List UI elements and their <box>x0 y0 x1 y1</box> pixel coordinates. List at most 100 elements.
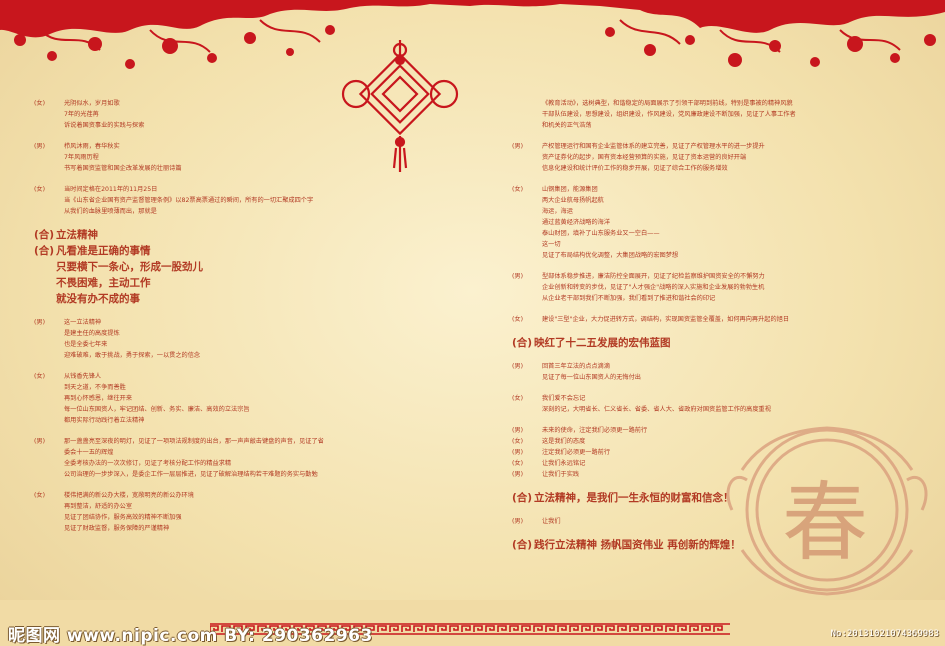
line-text: 从我们的血脉里喷薄而出，那就是 <box>64 208 157 215</box>
speaker-label <box>512 109 542 120</box>
speaker-label <box>34 206 64 217</box>
line-text: 信息化建设和统计评价工作的稳步开展，见证了综合工作的服务增效 <box>542 165 728 172</box>
script-line: 都用实际行动践行着立法精神 <box>34 415 444 426</box>
script-stanza: (女) 当时间定格在2011年的11月25日 当《山东省企业国有资产监督管理条例》以… <box>34 184 444 217</box>
speaker-label: (合) <box>34 245 55 257</box>
speaker-label <box>512 195 542 206</box>
speaker-label: (女) <box>34 373 46 380</box>
image-number: No:20131021074369983 <box>830 629 939 639</box>
speaker-label: (合) <box>512 539 533 551</box>
script-line: 两大企业航母扬帆起航 <box>512 195 902 206</box>
speaker-label <box>34 109 64 120</box>
script-line: (女) 光阴似水，岁月如歌 <box>34 98 444 109</box>
line-text: 回首三年立法的点点滴滴 <box>542 363 611 370</box>
line-text: 山钢集团，能源集团 <box>542 186 598 193</box>
line-text: 也是全委七年来 <box>64 341 108 348</box>
script-line: 见证了财政监督，服务保障的严谨精神 <box>34 523 444 534</box>
script-line: (合) 立法精神 <box>34 227 444 243</box>
script-stanza: (男) 产权管理运行和国有企业监管体系的建立完善，见证了产权管理水平的进一步提升资… <box>512 141 902 174</box>
script-line: 见证了团结协作，服务高效的精神不断加强 <box>34 512 444 523</box>
script-stanza: (女) 建设"三型"企业，大力促进转方式，调结构，实现国资监管全覆盖，如何再向再升… <box>512 314 902 325</box>
line-text: 《教育活动》，选树典型，和谐稳定的局面展示了引领干部明到前线，特别是事被的精神风… <box>542 100 793 107</box>
line-text: 就没有办不成的事 <box>56 293 140 305</box>
speaker-label <box>34 447 64 458</box>
line-text: 和机关的正气浩荡 <box>542 122 592 129</box>
script-line: 公司治理的一步步深入，是委企工作一层层推进，见证了破解治理结构若干难题的务实与勤… <box>34 469 444 480</box>
line-text: 我们爱不会忘记 <box>542 395 586 402</box>
line-text: 再到心怀感恩，继往开来 <box>64 395 133 402</box>
line-text: 见证了每一位山东国资人的无悔付出 <box>542 374 641 381</box>
speaker-label <box>34 415 64 426</box>
script-line: 企业创新和转变的步伐，见证了"人才强企"战略的深入实施和企业发展的勃勃生机 <box>512 282 902 293</box>
line-text: 型部体系稳步推进，廉洁防控全面展开，见证了纪检监察维护国资安全的不懈努力 <box>542 273 765 280</box>
line-text: 资产证券化的起步，国有资本经营预算的实施，见证了资本运营的良好开端 <box>542 154 747 161</box>
script-line: (男) 型部体系稳步推进，廉洁防控全面展开，见证了纪检监察维护国资安全的不懈努力 <box>512 271 902 282</box>
line-text: 立法精神 <box>56 229 98 241</box>
speaker-label <box>34 152 64 163</box>
line-text: 那一盏盏亮至深夜的明灯，见证了一项项法规制度的出台，那一声声敲击键盘的声音，见证… <box>64 438 324 445</box>
speaker-label <box>34 393 64 404</box>
line-text: 海运，海运 <box>542 208 573 215</box>
line-text: 当《山东省企业国有资产监督管理条例》以82票高票通过的瞬间，所有的一切汇聚成四个… <box>64 197 314 204</box>
watermark-by: BY: <box>224 626 256 646</box>
line-text: 干部队伍建设，思想建设，组织建设，作风建设，党风廉政建设不断加强，见证了人事工作… <box>542 111 796 118</box>
script-stanza: (男) 那一盏盏亮至深夜的明灯，见证了一项项法规制度的出台，那一声声敲击键盘的声音… <box>34 436 444 480</box>
speaker-label <box>512 120 542 131</box>
speaker-label <box>34 328 64 339</box>
script-line: (男) 产权管理运行和国有企业监管体系的建立完善，见证了产权管理水平的进一步提升 <box>512 141 902 152</box>
script-line: 迎难破难，敢于挑战，勇于探索，一以贯之的信念 <box>34 350 444 361</box>
speaker-label <box>512 217 542 228</box>
line-text: 企业创新和转变的步伐，见证了"人才强企"战略的深入实施和企业发展的勃勃生机 <box>542 284 765 291</box>
speaker-label: (男) <box>34 438 46 445</box>
speaker-label <box>512 163 542 174</box>
script-line: 资产证券化的起步，国有资本经营预算的实施，见证了资本运营的良好开端 <box>512 152 902 163</box>
script-line: 7年的光荏苒 <box>34 109 444 120</box>
script-stanza: (男) 回首三年立法的点点滴滴 见证了每一位山东国资人的无悔付出 <box>512 361 902 383</box>
speaker-label <box>34 469 64 480</box>
line-text: 不畏困难，主动工作 <box>56 277 151 289</box>
script-line: 再到心怀感恩，继往开来 <box>34 393 444 404</box>
line-text: 全委考核办法的一次次修订，见证了考核分配工作的精益求精 <box>64 460 232 467</box>
speaker-label: (合) <box>34 229 55 241</box>
speaker-label <box>512 228 542 239</box>
speaker-label <box>34 291 56 307</box>
script-line: (男) 这一立法精神 <box>34 317 444 328</box>
speaker-label: (男) <box>512 273 524 280</box>
script-stanza: (男) 这一立法精神 是建主任的高度提炼 也是全委七年来 迎难破难，敢于挑战，勇于探索，… <box>34 317 444 361</box>
line-text: 书写着国资监管和国企改革发展的壮丽诗篇 <box>64 165 182 172</box>
line-text: 凡看准是正确的事情 <box>56 245 151 257</box>
script-line: (女) 建设"三型"企业，大力促进转方式，调结构，实现国资监管全覆盖，如何再向再升… <box>512 314 902 325</box>
speaker-label: (女) <box>512 460 524 467</box>
paper-cut-border <box>0 0 945 69</box>
script-line: 7年风雨历程 <box>34 152 444 163</box>
script-line: 通过蓝黄经济战略的海洋 <box>512 217 902 228</box>
line-text: 光阴似水，岁月如歌 <box>64 100 120 107</box>
speaker-label: (女) <box>512 395 524 402</box>
script-line: 书写着国资监管和国企改革发展的壮丽诗篇 <box>34 163 444 174</box>
watermark-id: 290362963 <box>261 626 373 646</box>
speaker-label <box>512 282 542 293</box>
script-stanza: 《教育活动》，选树典型，和谐稳定的局面展示了引领干部明到前线，特别是事被的精神风… <box>512 98 902 131</box>
line-text: 从企业老干部到我们不断加强，我们看到了推进和谐社会的印记 <box>542 295 716 302</box>
line-text: 从钱香先锋人 <box>64 373 102 380</box>
speaker-label: (男) <box>512 518 524 525</box>
nipic-watermark: 昵图网 www.nipic.com BY: 290362963 <box>8 621 788 646</box>
script-line: 只要横下一条心，形成一股劲儿 <box>34 259 444 275</box>
watermark-logo: 昵图网 <box>8 626 61 646</box>
program-spread: (女) 光阴似水，岁月如歌 7年的光荏苒 诉说着国资事业的实践与探索 (男) 栉风沐雨，春… <box>0 0 945 646</box>
script-line: 海运，海运 <box>512 206 902 217</box>
script-line: 泰山财团，填补了山东服务业又一空白—— <box>512 228 902 239</box>
script-line: (女) 楼伟把满的新公办大楼，宽敞明亮的新公办环境 <box>34 490 444 501</box>
line-text: 当时间定格在2011年的11月25日 <box>64 186 158 193</box>
line-text: 这一切 <box>542 241 561 248</box>
speaker-label: (男) <box>34 143 46 150</box>
script-line: 全委考核办法的一次次修订，见证了考核分配工作的精益求精 <box>34 458 444 469</box>
line-text: 两大企业航母扬帆起航 <box>542 197 604 204</box>
speaker-label: (女) <box>34 100 46 107</box>
script-line: 再到整洁，舒适的办公室 <box>34 501 444 512</box>
speaker-label <box>512 239 542 250</box>
script-stanza: (男) 型部体系稳步推进，廉洁防控全面展开，见证了纪检监察维护国资安全的不懈努力企… <box>512 271 902 304</box>
speaker-label <box>512 372 542 383</box>
script-line: 见证了布局结构优化调整，大集团战略的宏图梦想 <box>512 250 902 261</box>
line-text: 只要横下一条心，形成一股劲儿 <box>56 261 203 273</box>
